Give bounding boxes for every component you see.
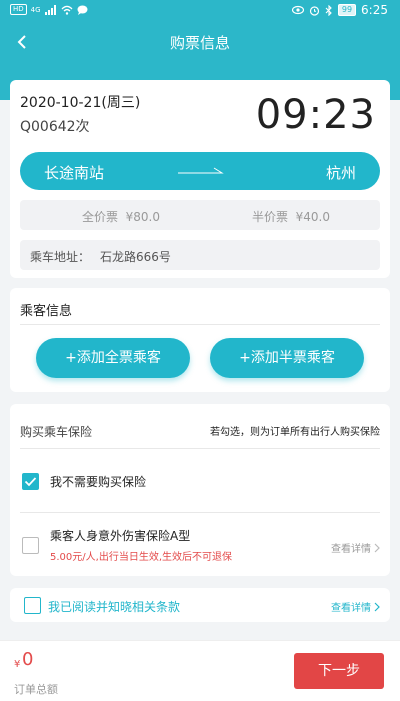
passenger-card: 乘客信息 +添加全票乘客 +添加半票乘客 bbox=[10, 288, 390, 392]
insurance-plan-name: 乘客人身意外伤害保险A型 bbox=[50, 529, 191, 543]
price-box: 全价票 ¥80.0 半价票 ¥40.0 bbox=[20, 200, 380, 230]
insurance-hint: 若勾选，则为订单所有出行人购买保险 bbox=[210, 427, 380, 438]
address-value: 石龙路666号 bbox=[100, 250, 171, 264]
status-bar: HD 4G 99 6:25 bbox=[0, 0, 400, 22]
train-number: Q00642次 bbox=[20, 119, 90, 135]
terms-detail-label: 查看详情 bbox=[331, 603, 371, 614]
nav-bar: 购票信息 bbox=[0, 22, 400, 62]
to-station: 杭州 bbox=[325, 164, 356, 182]
from-station: 长途南站 bbox=[44, 164, 105, 182]
arrow-right-icon bbox=[178, 167, 224, 174]
signal-icon bbox=[44, 4, 56, 15]
half-price: 半价票 ¥40.0 bbox=[252, 208, 330, 225]
terms-card: 我已阅读并知晓相关条款 查看详情 bbox=[10, 588, 390, 622]
ticket-card: 2020-10-21(周三) Q00642次 09:23 长途南站 杭州 全价票… bbox=[10, 80, 390, 278]
address-box: 乘车地址： 石龙路666号 bbox=[20, 240, 380, 270]
terms-checkbox[interactable] bbox=[24, 597, 41, 614]
full-price-label: 全价票 bbox=[82, 210, 119, 224]
status-time: 6:25 bbox=[361, 3, 388, 17]
insurance-plan-description: 5.00元/人,出行当日生效,生效后不可退保 bbox=[50, 552, 232, 563]
bottom-bar: ¥ 0 订单总额 下一步 bbox=[0, 640, 400, 701]
terms-label[interactable]: 我已阅读并知晓相关条款 bbox=[48, 598, 180, 615]
bluetooth-icon bbox=[325, 4, 332, 16]
half-price-label: 半价票 bbox=[252, 210, 289, 224]
departure-date: 2020-10-21(周三) bbox=[20, 95, 141, 111]
full-price-value: ¥80.0 bbox=[125, 210, 161, 224]
status-left: HD 4G bbox=[10, 4, 88, 15]
alarm-icon bbox=[309, 5, 319, 16]
insurance-section-title: 购买乘车保险 bbox=[20, 425, 93, 439]
signal-tag: 4G bbox=[30, 5, 41, 14]
currency-symbol: ¥ bbox=[14, 659, 21, 670]
add-half-passenger-button[interactable]: +添加半票乘客 bbox=[210, 338, 364, 378]
check-icon bbox=[24, 477, 37, 487]
divider bbox=[20, 324, 380, 325]
order-total: 0 bbox=[22, 649, 34, 670]
wifi-icon bbox=[61, 5, 73, 15]
insurance-detail-link[interactable]: 查看详情 bbox=[331, 540, 380, 555]
insurance-plan-checkbox[interactable] bbox=[22, 537, 39, 554]
chevron-right-icon bbox=[374, 602, 380, 611]
full-price: 全价票 ¥80.0 bbox=[82, 208, 160, 225]
address-label: 乘车地址： bbox=[30, 250, 91, 264]
insurance-detail-label: 查看详情 bbox=[331, 544, 371, 555]
eye-icon bbox=[291, 5, 304, 15]
add-full-passenger-button[interactable]: +添加全票乘客 bbox=[36, 338, 190, 378]
divider bbox=[20, 512, 380, 513]
network-badge: HD bbox=[10, 4, 27, 15]
chevron-right-icon bbox=[374, 543, 380, 552]
insurance-card: 购买乘车保险 若勾选，则为订单所有出行人购买保险 我不需要购买保险 乘客人身意外… bbox=[10, 404, 390, 576]
no-insurance-label[interactable]: 我不需要购买保险 bbox=[50, 473, 146, 490]
page-title: 购票信息 bbox=[169, 34, 230, 52]
half-price-value: ¥40.0 bbox=[295, 210, 331, 224]
departure-time: 09:23 bbox=[255, 92, 376, 138]
status-right: 99 6:25 bbox=[291, 3, 388, 17]
no-insurance-checkbox[interactable] bbox=[22, 473, 39, 490]
order-total-label: 订单总额 bbox=[14, 683, 58, 696]
terms-detail-link[interactable]: 查看详情 bbox=[331, 599, 380, 614]
next-step-button[interactable]: 下一步 bbox=[294, 653, 384, 689]
divider bbox=[20, 448, 380, 449]
passenger-section-title: 乘客信息 bbox=[20, 304, 73, 319]
message-icon bbox=[77, 5, 88, 15]
route-bar: 长途南站 杭州 bbox=[20, 152, 380, 190]
battery-level: 99 bbox=[337, 4, 357, 16]
